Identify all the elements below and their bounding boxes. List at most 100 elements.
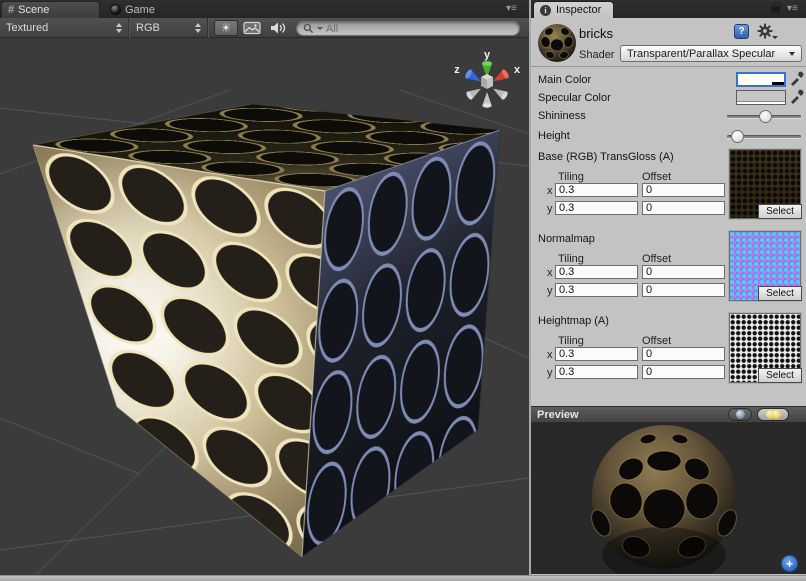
offset-header: Offset <box>642 253 671 265</box>
tiling-x-field[interactable] <box>555 183 638 197</box>
tiling-y-field[interactable] <box>555 201 638 215</box>
gizmo-center-cube[interactable] <box>481 74 493 89</box>
offset-header: Offset <box>642 171 671 183</box>
preview-sphere-button[interactable] <box>728 408 752 421</box>
gizmo-z-label: z <box>454 64 460 76</box>
select-texture-button[interactable]: Select <box>758 286 802 301</box>
select-texture-button[interactable]: Select <box>758 368 802 383</box>
material-ball-icon <box>536 22 578 64</box>
tiling-x-field[interactable] <box>555 347 638 361</box>
section-title: Normalmap <box>538 233 595 245</box>
offset-x-field[interactable] <box>642 183 725 197</box>
tiling-header: Tiling <box>558 171 584 183</box>
updown-arrows-icon <box>116 23 122 33</box>
add-button[interactable]: + <box>781 555 798 572</box>
tab-game-label: Game <box>125 4 155 16</box>
tiling-header: Tiling <box>558 335 584 347</box>
search-filter-caret-icon <box>317 27 323 30</box>
tiling-header: Tiling <box>558 253 584 265</box>
alpha-bar <box>738 82 784 85</box>
base-texture-thumbnail[interactable]: Select <box>729 149 801 219</box>
audio-toggle-button[interactable] <box>266 20 290 36</box>
image-icon <box>243 21 261 35</box>
offset-y-field[interactable] <box>642 283 725 297</box>
section-title: Heightmap (A) <box>538 315 609 327</box>
tiling-y-field[interactable] <box>555 365 638 379</box>
render-mode-label: RGB <box>136 22 187 34</box>
select-texture-button[interactable]: Select <box>758 204 802 219</box>
preview-lighting-button[interactable] <box>757 408 789 421</box>
material-preview-area[interactable]: + <box>531 423 806 574</box>
light-icon <box>772 410 781 419</box>
heightmap-texture-thumbnail[interactable]: Select <box>729 313 801 383</box>
normalmap-texture-thumbnail[interactable]: Select <box>729 231 801 301</box>
offset-x-field[interactable] <box>642 265 725 279</box>
scene-grid-icon: # <box>8 4 14 16</box>
tiling-x-field[interactable] <box>555 265 638 279</box>
material-header: bricks Shader Transparent/Parallax Specu… <box>531 18 806 67</box>
scene-toolbar: Textured RGB ☀ <box>0 18 529 38</box>
y-axis-label: y <box>547 285 553 297</box>
specular-color-label: Specular Color <box>538 92 611 104</box>
inspector-panel: i Inspector ▾≡ <box>531 0 806 575</box>
lock-icon[interactable] <box>771 6 780 13</box>
draw-mode-label: Textured <box>6 22 108 34</box>
inspector-tabstrip: i Inspector ▾≡ <box>531 0 806 18</box>
x-axis-label: x <box>547 267 553 279</box>
x-axis-label: x <box>547 349 553 361</box>
chevron-down-icon <box>789 52 795 56</box>
updown-arrows-icon <box>195 23 201 33</box>
tab-scene[interactable]: # Scene <box>1 1 100 18</box>
height-slider[interactable] <box>727 129 801 143</box>
preview-sphere <box>531 423 806 574</box>
gizmo-y-label: y <box>484 49 491 61</box>
search-icon <box>303 23 314 34</box>
help-button[interactable]: ? <box>734 24 749 39</box>
window-bottom-edge <box>0 575 806 581</box>
scene-viewport[interactable]: y x z <box>0 38 529 575</box>
chevron-down-icon <box>772 36 778 39</box>
alpha-bar <box>737 101 785 104</box>
shininess-label: Shininess <box>538 110 586 122</box>
shininess-slider[interactable] <box>727 109 801 123</box>
draw-mode-dropdown[interactable]: Textured <box>0 18 129 38</box>
tab-inspector[interactable]: i Inspector <box>533 1 614 18</box>
main-color-swatch[interactable] <box>736 72 786 87</box>
eyedropper-icon[interactable] <box>789 88 804 105</box>
info-icon: i <box>540 5 551 16</box>
tab-game[interactable]: Game <box>104 1 174 18</box>
skybox-toggle-button[interactable] <box>240 20 264 36</box>
slider-handle[interactable] <box>759 110 772 123</box>
height-label: Height <box>538 130 570 142</box>
scene-search-field[interactable] <box>296 21 520 36</box>
tiling-y-field[interactable] <box>555 283 638 297</box>
gizmo-x-label: x <box>514 64 521 76</box>
preview-title: Preview <box>537 409 579 421</box>
offset-x-field[interactable] <box>642 347 725 361</box>
scene-3d-view: y x z <box>0 38 529 575</box>
render-mode-dropdown[interactable]: RGB <box>130 18 208 38</box>
offset-y-field[interactable] <box>642 201 725 215</box>
game-icon <box>110 4 121 15</box>
sun-icon: ☀ <box>221 22 232 34</box>
unity-editor-window: # Scene Game ▾≡ Textured RGB ☀ <box>0 0 806 581</box>
slider-handle[interactable] <box>731 130 744 143</box>
specular-color-swatch[interactable] <box>736 90 786 105</box>
speaker-icon <box>269 21 287 35</box>
offset-header: Offset <box>642 335 671 347</box>
eyedropper-icon[interactable] <box>789 70 804 87</box>
settings-gear-button[interactable] <box>757 23 777 40</box>
shader-value: Transparent/Parallax Specular <box>627 48 775 60</box>
sphere-icon <box>736 410 745 419</box>
shader-dropdown[interactable]: Transparent/Parallax Specular <box>620 45 802 62</box>
search-input[interactable] <box>326 23 496 35</box>
tab-scene-label: Scene <box>18 4 49 16</box>
x-axis-label: x <box>547 185 553 197</box>
scene-panel-menu-icon[interactable]: ▾≡ <box>506 3 517 14</box>
lighting-toggle-button[interactable]: ☀ <box>214 20 238 36</box>
main-color-label: Main Color <box>538 74 591 86</box>
material-name: bricks <box>579 26 613 41</box>
inspector-panel-menu-icon[interactable]: ▾≡ <box>787 3 798 14</box>
section-title: Base (RGB) TransGloss (A) <box>538 151 674 163</box>
offset-y-field[interactable] <box>642 365 725 379</box>
